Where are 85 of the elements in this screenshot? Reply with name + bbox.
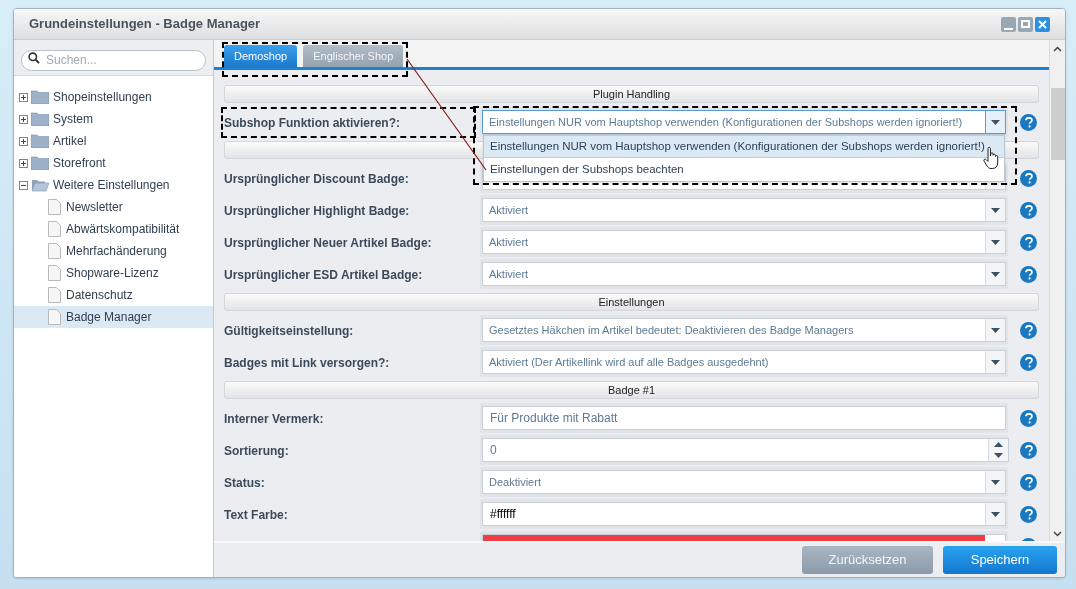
- field-label: Interner Vermerk:: [224, 412, 324, 426]
- search-icon: [28, 52, 40, 64]
- expand-icon[interactable]: [19, 92, 28, 102]
- file-icon: [48, 287, 61, 303]
- dropdown-caret-icon: [991, 119, 1000, 125]
- section-header: Badge #1: [224, 381, 1039, 399]
- scrollbar[interactable]: [1049, 40, 1065, 541]
- file-icon: [48, 199, 61, 215]
- field-label: Badges mit Link versorgen?:: [224, 356, 390, 370]
- tree-item[interactable]: Newsletter: [14, 196, 213, 218]
- field-label: Ursprünglicher ESD Artikel Badge:: [224, 268, 423, 282]
- tree-item[interactable]: Abwärtskompatibilität: [14, 218, 213, 240]
- field-label: Ursprünglicher Highlight Badge:: [224, 204, 410, 218]
- help-icon[interactable]: [1020, 201, 1037, 219]
- dropdown-caret-icon: [991, 239, 1000, 245]
- folder-icon: [31, 156, 49, 170]
- tree-item[interactable]: Shopware-Lizenz: [14, 262, 213, 284]
- field-label: Sortierung:: [224, 444, 289, 458]
- file-icon: [48, 265, 61, 281]
- dropdown-field[interactable]: Aktiviert: [482, 262, 1006, 286]
- field-label: Ursprünglicher Discount Badge:: [224, 172, 409, 186]
- number-field[interactable]: 0: [482, 438, 1009, 462]
- scroll-down-icon[interactable]: [1053, 531, 1062, 537]
- close-button[interactable]: [1035, 16, 1050, 32]
- scroll-thumb[interactable]: [1050, 88, 1065, 160]
- save-button[interactable]: Speichern: [943, 546, 1057, 574]
- help-icon[interactable]: [1020, 441, 1037, 459]
- spinner-arrows[interactable]: [988, 439, 1008, 461]
- field-label: Gültigkeitseinstellung:: [224, 324, 354, 338]
- help-icon[interactable]: [1020, 473, 1037, 491]
- tree-item[interactable]: Weitere Einstellungen: [14, 174, 213, 196]
- tree-item[interactable]: Badge Manager: [14, 306, 213, 328]
- dropdown-caret-icon: [991, 271, 1000, 277]
- dropdown-option[interactable]: Einstellungen der Subshops beachten: [484, 158, 1004, 181]
- help-icon[interactable]: [1020, 113, 1037, 131]
- maximize-button[interactable]: [1018, 16, 1033, 32]
- caret-icon: [991, 511, 1000, 517]
- help-icon[interactable]: [1020, 265, 1037, 283]
- search-field[interactable]: Suchen...: [21, 49, 206, 71]
- file-icon: [48, 309, 61, 325]
- help-icon[interactable]: [1020, 353, 1037, 371]
- tree-item[interactable]: Storefront: [14, 152, 213, 174]
- help-icon[interactable]: [1020, 321, 1037, 339]
- dropdown-field[interactable]: Aktiviert (Der Artikellink wird auf alle Badges ausgedehnt): [482, 350, 1006, 374]
- section-header: Plugin Handling: [224, 85, 1039, 103]
- open-folder-icon: [31, 178, 49, 192]
- help-icon[interactable]: [1020, 169, 1037, 187]
- dropdown-field[interactable]: Deaktiviert: [482, 470, 1006, 494]
- tree-item[interactable]: System: [14, 108, 213, 130]
- dropdown-field[interactable]: Gesetztes Häkchen im Artikel bedeutet: Deaktivieren des Badge Managers: [482, 318, 1006, 342]
- tree-item[interactable]: Artikel: [14, 130, 213, 152]
- text-field[interactable]: Für Produkte mit Rabatt: [482, 406, 1006, 430]
- dropdown-caret-icon: [991, 207, 1000, 213]
- file-icon: [48, 243, 61, 259]
- tree-item[interactable]: Mehrfachänderung: [14, 240, 213, 262]
- expand-icon[interactable]: [19, 136, 28, 146]
- dropdown-caret-icon: [991, 327, 1000, 333]
- hand-cursor-icon: [983, 146, 1001, 170]
- color-field[interactable]: #ffffff: [482, 502, 1006, 526]
- tab[interactable]: Demoshop: [224, 45, 298, 67]
- folder-icon: [31, 112, 49, 126]
- collapse-icon[interactable]: [19, 180, 28, 190]
- dropdown-caret-icon: [991, 479, 1000, 485]
- tree-item[interactable]: Shopeinstellungen: [14, 86, 213, 108]
- folder-icon: [31, 134, 49, 148]
- dropdown-caret-icon: [991, 359, 1000, 365]
- minimize-button[interactable]: [1001, 16, 1016, 32]
- file-icon: [48, 221, 61, 237]
- dropdown-field[interactable]: Aktiviert: [482, 230, 1006, 254]
- scroll-up-icon[interactable]: [1053, 46, 1062, 52]
- field-label: Subshop Funktion aktivieren?:: [224, 116, 400, 130]
- dropdown-option[interactable]: Einstellungen NUR vom Hauptshop verwenden (Konfigurationen der Subshops werden ignoriert!): [484, 135, 1004, 158]
- section-header: Einstellungen: [224, 293, 1039, 311]
- field-label: Ursprünglicher Neuer Artikel Badge:: [224, 236, 432, 250]
- tree-item[interactable]: Datenschutz: [14, 284, 213, 306]
- dropdown-field[interactable]: Aktiviert: [482, 198, 1006, 222]
- field-label: Status:: [224, 476, 265, 490]
- help-icon[interactable]: [1020, 409, 1037, 427]
- help-icon[interactable]: [1020, 505, 1037, 523]
- window-title: Grundeinstellungen - Badge Manager: [29, 15, 262, 34]
- help-icon[interactable]: [1020, 233, 1037, 251]
- expand-icon[interactable]: [19, 158, 28, 168]
- folder-icon: [31, 90, 49, 104]
- expand-icon[interactable]: [19, 114, 28, 124]
- field-label: Text Farbe:: [224, 508, 288, 522]
